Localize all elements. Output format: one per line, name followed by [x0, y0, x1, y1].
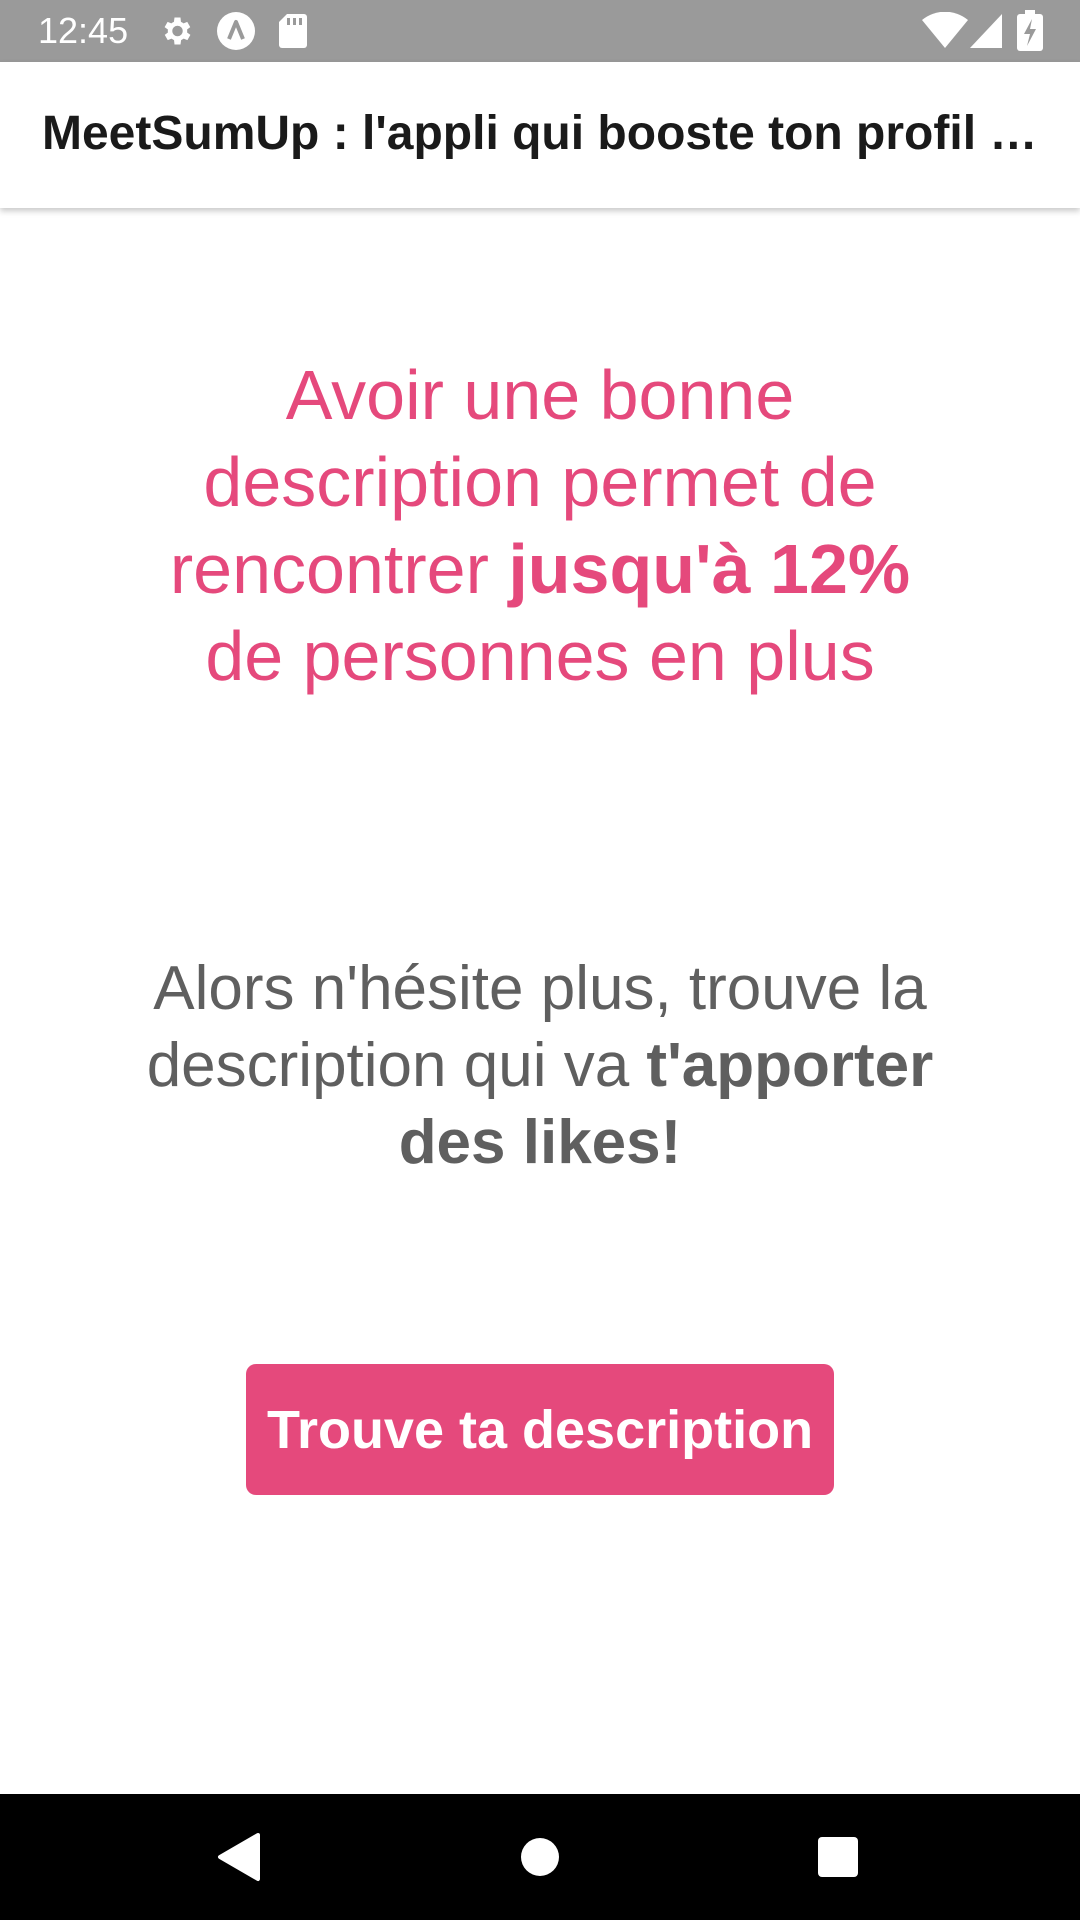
headline-highlight: jusqu'à 12%: [508, 530, 911, 608]
settings-icon: [158, 13, 194, 49]
sd-card-icon: [278, 13, 310, 49]
home-icon[interactable]: [510, 1827, 570, 1887]
wifi-icon: [922, 11, 968, 50]
signal-icon: [970, 12, 1004, 50]
recents-icon[interactable]: [808, 1827, 868, 1887]
back-icon[interactable]: [208, 1827, 268, 1887]
battery-charging-icon: [1016, 10, 1044, 52]
headline: Avoir une bonne description permet de re…: [130, 352, 950, 700]
find-description-button[interactable]: Trouve ta description: [246, 1364, 834, 1495]
status-time: 12:45: [38, 10, 129, 51]
headline-text-end: de personnes en plus: [205, 617, 875, 695]
app-notification-icon: [216, 11, 256, 51]
status-bar: 12:45: [0, 0, 1080, 62]
app-bar: MeetSumUp : l'appli qui booste ton profi…: [0, 62, 1080, 208]
navigation-bar: [0, 1794, 1080, 1920]
app-title: MeetSumUp : l'appli qui booste ton profi…: [42, 107, 1042, 160]
subline: Alors n'hésite plus, trouve la descripti…: [110, 950, 970, 1181]
